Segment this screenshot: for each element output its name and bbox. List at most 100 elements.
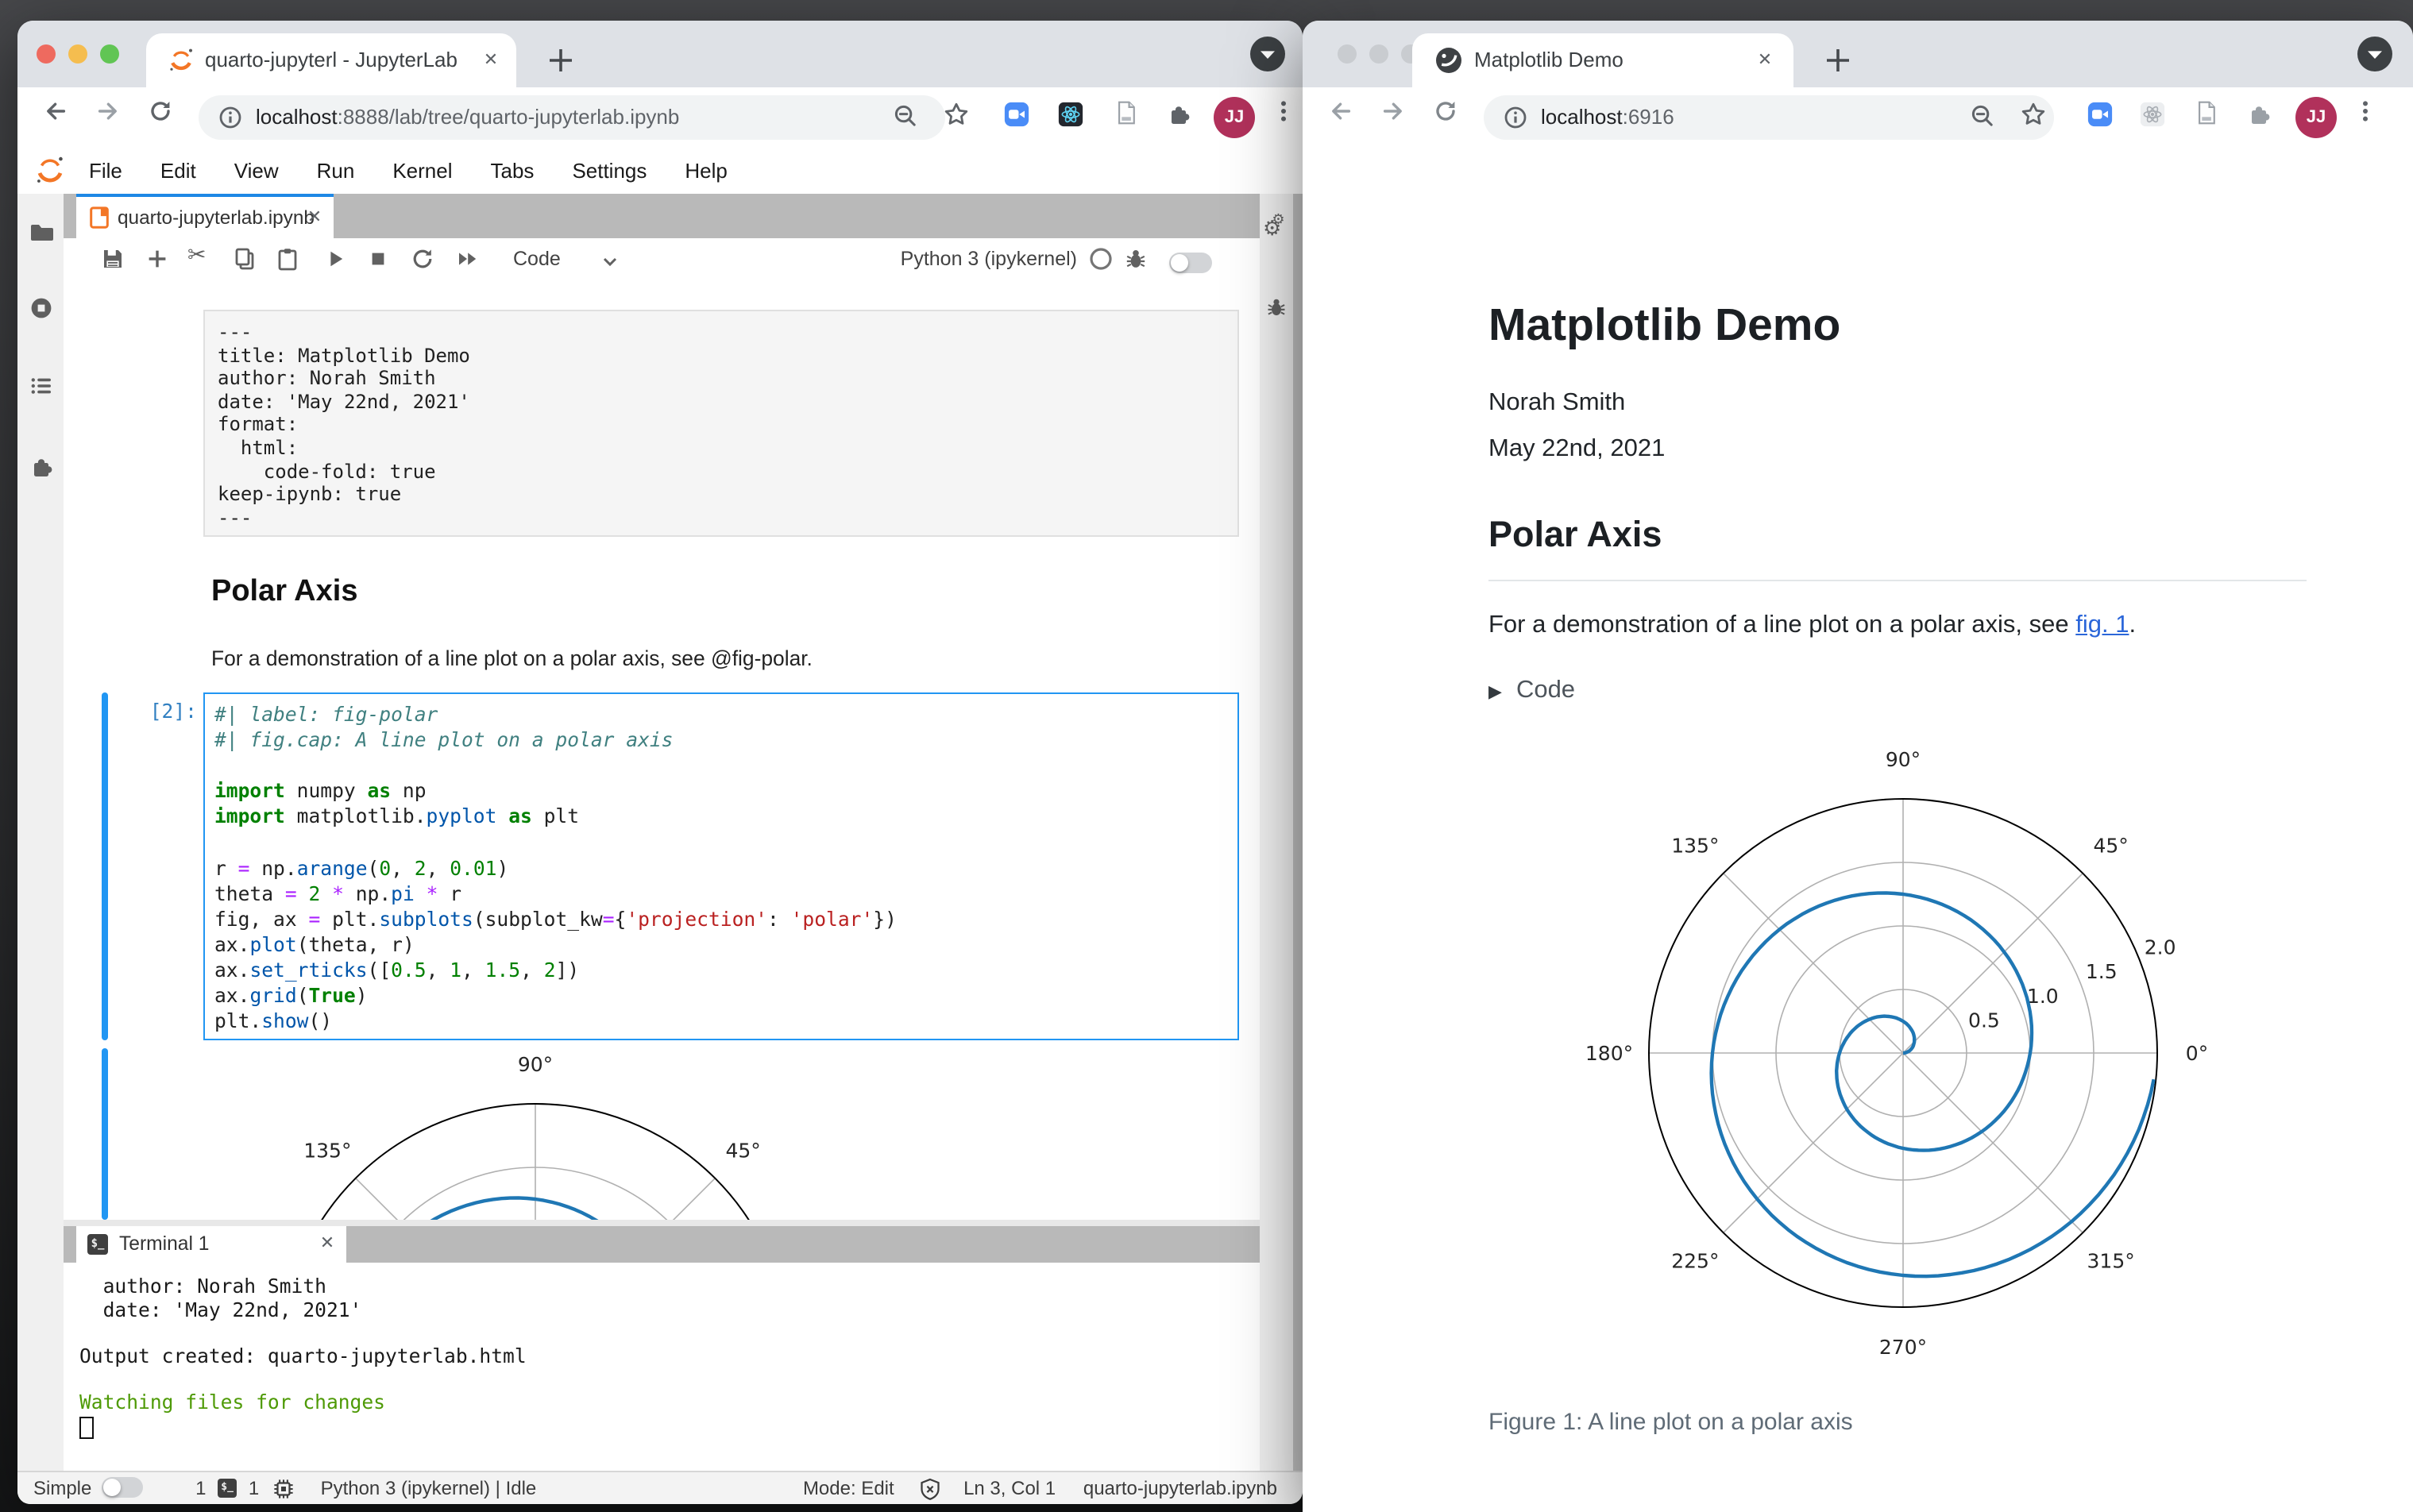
raw-frontmatter-cell[interactable]: --- title: Matplotlib Demo author: Norah S…	[203, 310, 1239, 537]
page-favicon-globe	[1436, 48, 1461, 73]
svg-text:315°: 315°	[2087, 1250, 2135, 1273]
browser-menu-kebab-icon[interactable]	[1271, 98, 1296, 124]
notebook-content[interactable]: --- title: Matplotlib Demo author: Norah S…	[64, 281, 1260, 1220]
collaboration-toggle[interactable]	[1169, 253, 1212, 273]
browser-avatar[interactable]: JJ	[2295, 97, 2337, 138]
bookmark-star-icon[interactable]	[944, 102, 969, 127]
zoom-app-extension-icon[interactable]	[1004, 102, 1029, 127]
page-title: Matplotlib Demo	[1488, 300, 1841, 351]
bookmark-star-icon[interactable]	[2021, 102, 2046, 127]
save-button[interactable]	[100, 246, 125, 272]
window-jupyterlab: quarto-jupyterl - JupyterLab ✕ localhost…	[17, 21, 1303, 1504]
traffic-minimize-button[interactable]	[1369, 44, 1388, 64]
code-line: #| label: fig-polar	[214, 704, 438, 726]
forward-button[interactable]	[95, 98, 121, 124]
extension-manager-icon[interactable]	[29, 454, 54, 480]
browser-avatar[interactable]: JJ	[1214, 97, 1255, 138]
menu-kernel[interactable]: Kernel	[373, 148, 471, 194]
menu-file[interactable]: File	[70, 148, 141, 194]
figure-caption: Figure 1: A line plot on a polar axis	[1488, 1409, 1853, 1436]
table-of-contents-icon[interactable]	[29, 373, 54, 399]
status-bar: Simple 1 $_ 1 Python 3 (ipykernel) | Idl…	[17, 1471, 1303, 1504]
kernel-status-icon	[1090, 248, 1112, 270]
menu-help[interactable]: Help	[666, 148, 747, 194]
terminal-tab[interactable]: $_ Terminal 1 ✕	[76, 1226, 346, 1263]
extensions-puzzle-icon[interactable]	[1166, 102, 1191, 127]
react-devtools-extension-icon[interactable]	[2140, 102, 2165, 127]
zoom-level-icon[interactable]	[1970, 103, 1995, 129]
copy-cells-button[interactable]	[232, 246, 257, 272]
menu-edit[interactable]: Edit	[141, 148, 215, 194]
new-tab-button[interactable]	[1819, 41, 1857, 79]
reload-button[interactable]	[148, 98, 173, 124]
input-collapser[interactable]	[102, 692, 108, 1040]
zoom-level-icon[interactable]	[893, 103, 918, 129]
menu-run[interactable]: Run	[298, 148, 374, 194]
page-author: Norah Smith	[1488, 389, 1626, 416]
traffic-zoom-button[interactable]	[100, 44, 119, 64]
menu-settings[interactable]: Settings	[553, 148, 666, 194]
tab-search-button[interactable]	[1250, 37, 1285, 71]
menu-view[interactable]: View	[215, 148, 298, 194]
debugger-toggle-bug-icon[interactable]	[1123, 246, 1149, 272]
forward-button[interactable]	[1380, 98, 1406, 124]
tab-close-icon[interactable]: ✕	[478, 48, 504, 73]
output-collapser[interactable]	[102, 1048, 108, 1220]
notebook-tab-close-icon[interactable]: ✕	[302, 205, 327, 230]
back-button[interactable]	[1328, 98, 1353, 124]
svg-text:225°: 225°	[1671, 1250, 1719, 1273]
terminal-output[interactable]: author: Norah Smith date: 'May 22nd, 202…	[64, 1263, 1260, 1472]
code-cell[interactable]: #| label: fig-polar #| fig.cap: A line pl…	[203, 692, 1239, 1040]
restart-run-all-button[interactable]	[454, 246, 480, 272]
traffic-close-button[interactable]	[37, 44, 56, 64]
document-extension-icon[interactable]	[1114, 100, 1139, 125]
figure-link[interactable]: fig. 1	[2075, 611, 2129, 638]
tab-close-icon[interactable]: ✕	[1752, 48, 1778, 73]
kernel-status-text[interactable]: Python 3 (ipykernel) | Idle	[321, 1472, 537, 1504]
menu-tabs[interactable]: Tabs	[472, 148, 554, 194]
kernel-name-button[interactable]: Python 3 (ipykernel)	[901, 238, 1077, 281]
cell-type-dropdown[interactable]: Code	[513, 238, 561, 281]
run-cell-button[interactable]	[322, 246, 348, 272]
terminal-line: Output created: quarto-jupyterlab.html	[79, 1344, 527, 1367]
cut-cells-button[interactable]: ✂	[187, 241, 213, 267]
react-devtools-extension-icon[interactable]	[1058, 102, 1083, 127]
svg-text:0.5: 0.5	[1968, 1009, 2000, 1032]
tab-search-button[interactable]	[2357, 37, 2392, 71]
paste-cells-button[interactable]	[275, 246, 300, 272]
terminal-count: 1	[195, 1477, 207, 1499]
new-tab-button[interactable]	[542, 41, 580, 79]
tab-title: quarto-jupyterl - JupyterLab	[205, 48, 458, 71]
cursor-position[interactable]: Ln 3, Col 1	[963, 1472, 1056, 1504]
browser-menu-kebab-icon[interactable]	[2353, 98, 2378, 124]
polar-chart-notebook-output: 0°45°90°135°180°225°270°315°0.51.01.52.0	[303, 1053, 761, 1220]
reload-button[interactable]	[1433, 98, 1458, 124]
terminal-tab-close-icon[interactable]: ✕	[315, 1231, 340, 1256]
property-inspector-gears-icon[interactable]: ⚙⚙	[1263, 211, 1294, 241]
browser-tab[interactable]: Matplotlib Demo ✕	[1412, 33, 1793, 87]
document-extension-icon[interactable]	[2194, 100, 2219, 125]
extensions-puzzle-icon[interactable]	[2246, 102, 2272, 127]
code-line: import numpy as np	[214, 780, 427, 803]
browser-tab[interactable]: quarto-jupyterl - JupyterLab ✕	[146, 33, 516, 87]
cell-type-chevron-icon[interactable]	[597, 249, 623, 275]
notebook-tab[interactable]: quarto-jupyterlab.ipynb ✕	[76, 194, 334, 238]
running-kernels-icon[interactable]	[29, 295, 54, 321]
traffic-close-button[interactable]	[1338, 44, 1357, 64]
restart-kernel-button[interactable]	[410, 246, 435, 272]
debugger-bug-icon[interactable]	[1264, 295, 1288, 319]
zoom-app-extension-icon[interactable]	[2087, 102, 2113, 127]
add-cell-button[interactable]	[145, 246, 170, 272]
url-path: :6916	[1622, 105, 1674, 129]
file-browser-icon[interactable]	[29, 219, 54, 245]
panel-split-handle[interactable]	[64, 1220, 1260, 1226]
interrupt-kernel-button[interactable]	[365, 246, 391, 272]
site-info-icon[interactable]	[218, 105, 243, 130]
site-info-icon[interactable]	[1503, 105, 1528, 130]
traffic-minimize-button[interactable]	[68, 44, 87, 64]
back-button[interactable]	[43, 98, 68, 124]
paragraph-period: .	[2129, 611, 2137, 638]
simple-interface-toggle[interactable]	[101, 1477, 143, 1498]
